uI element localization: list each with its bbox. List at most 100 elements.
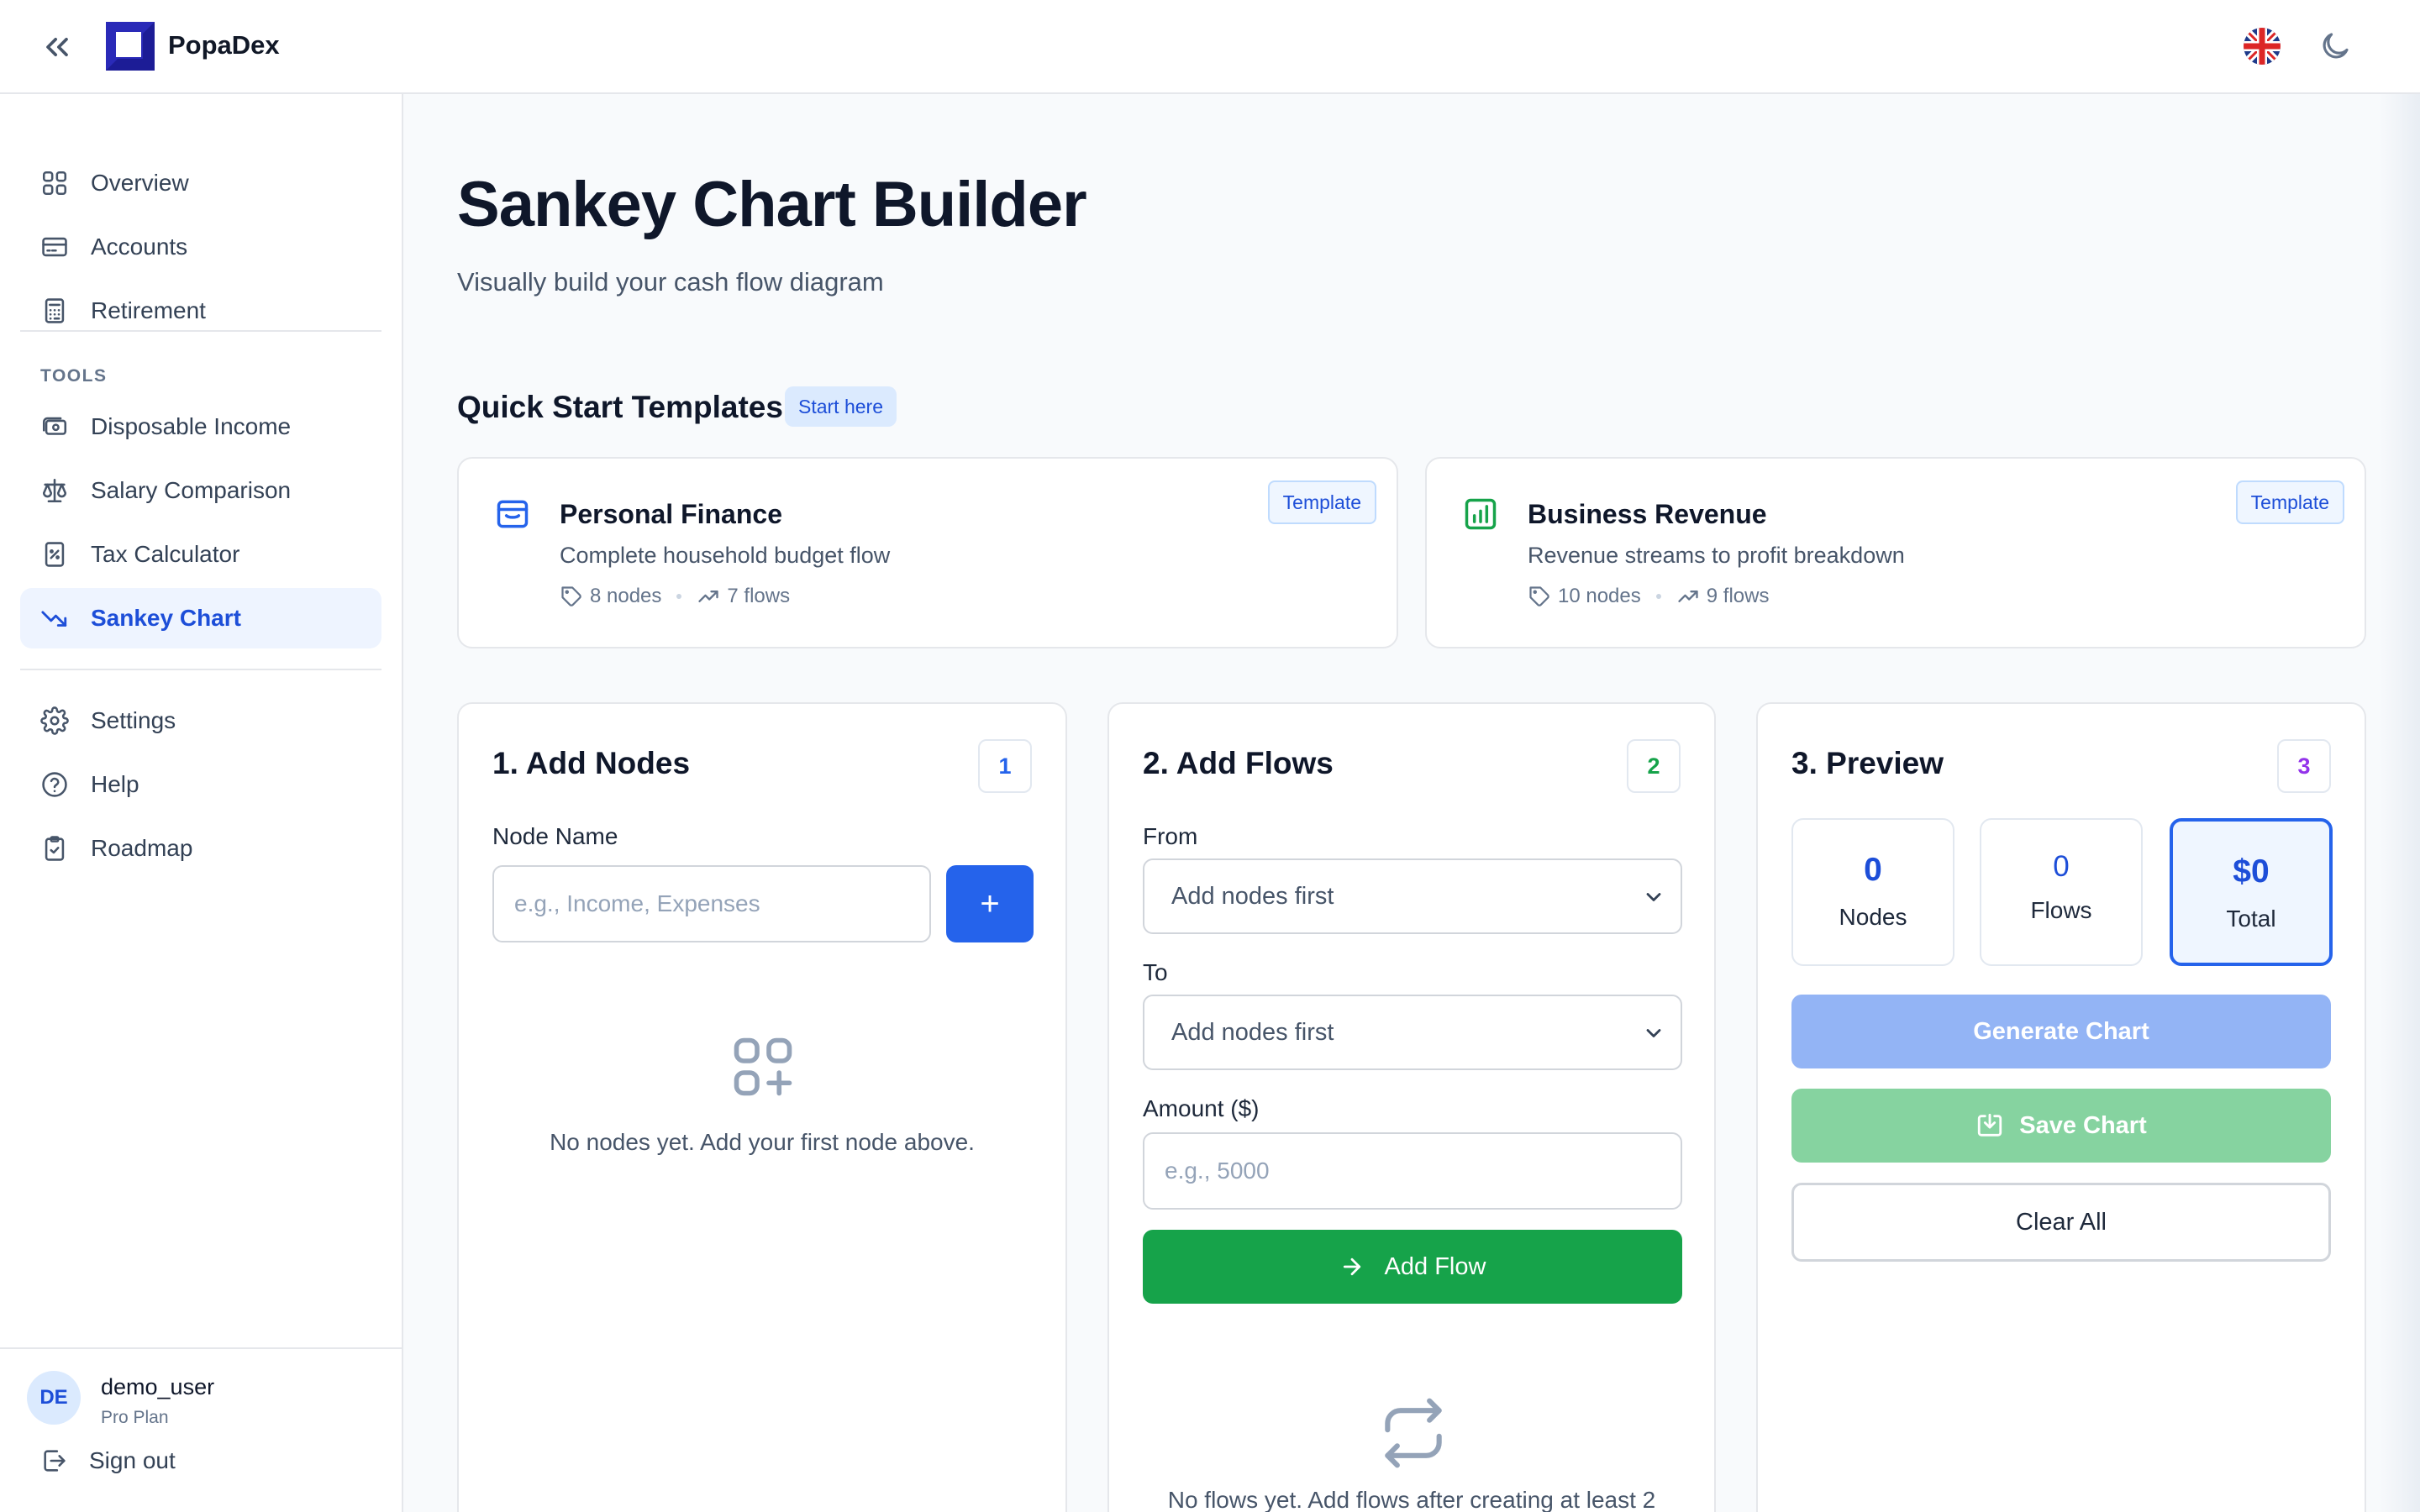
help-circle-icon bbox=[40, 770, 69, 799]
chevrons-left-icon[interactable] bbox=[39, 29, 76, 66]
scale-icon bbox=[40, 476, 69, 505]
repeat-icon bbox=[1375, 1394, 1452, 1472]
user-name: demo_user bbox=[101, 1374, 215, 1399]
template-meta: 10 nodes 9 flows bbox=[1528, 585, 1769, 608]
step-badge: 1 bbox=[978, 739, 1032, 793]
sidebar-item-label: Overview bbox=[91, 170, 189, 196]
sidebar-item-label: Salary Comparison bbox=[91, 477, 292, 503]
add-flows-panel: 2. Add Flows 2 From Add nodes first To A… bbox=[1107, 702, 1716, 1512]
tools-section-label: TOOLS bbox=[40, 366, 108, 386]
sidebar-divider bbox=[20, 330, 381, 332]
preview-panel: 3. Preview 3 0 Nodes 0 Flows $0 Total Ge… bbox=[1756, 702, 2366, 1512]
sign-out-label: Sign out bbox=[89, 1447, 176, 1473]
tag-icon bbox=[560, 585, 583, 608]
step-badge: 3 bbox=[2277, 739, 2331, 793]
banknote-icon bbox=[40, 412, 69, 441]
sidebar-divider bbox=[20, 669, 381, 670]
quick-start-title: Quick Start Templates bbox=[457, 390, 783, 424]
user-block: DE demo_user Pro Plan Sign out bbox=[0, 1347, 402, 1512]
sidebar-item-label: Help bbox=[91, 771, 139, 797]
panel-title: 3. Preview bbox=[1791, 746, 1944, 780]
uk-flag-icon[interactable] bbox=[2244, 28, 2281, 65]
add-flow-label: Add Flow bbox=[1384, 1252, 1486, 1280]
sidebar-item-roadmap[interactable]: Roadmap bbox=[20, 818, 381, 879]
trending-up-icon bbox=[697, 585, 720, 608]
sidebar-item-settings[interactable]: Settings bbox=[20, 690, 381, 751]
sidebar-item-retirement[interactable]: Retirement bbox=[20, 281, 381, 341]
add-node-button[interactable]: + bbox=[946, 865, 1034, 942]
template-flows-count: 9 flows bbox=[1706, 585, 1770, 607]
start-here-badge: Start here bbox=[785, 386, 897, 427]
sidebar-item-sankey-chart[interactable]: Sankey Chart bbox=[20, 588, 381, 648]
download-icon bbox=[1975, 1111, 2004, 1140]
grid-icon bbox=[40, 169, 69, 197]
add-nodes-panel: 1. Add Nodes 1 Node Name + No nodes yet.… bbox=[457, 702, 1067, 1512]
amount-input[interactable] bbox=[1143, 1132, 1682, 1210]
chevron-down-icon bbox=[1642, 885, 1665, 909]
step-badge: 2 bbox=[1627, 739, 1681, 793]
add-flow-button[interactable]: Add Flow bbox=[1143, 1230, 1682, 1304]
avatar[interactable]: DE bbox=[27, 1371, 81, 1425]
app-logo[interactable] bbox=[106, 22, 155, 71]
page-title: Sankey Chart Builder bbox=[457, 169, 1087, 240]
app-name[interactable]: PopaDex bbox=[168, 30, 280, 60]
to-select[interactable]: Add nodes first bbox=[1143, 995, 1682, 1070]
bar-chart-icon bbox=[1462, 496, 1499, 533]
stat-total: $0 Total bbox=[2170, 818, 2333, 966]
template-card-business-revenue[interactable]: Business Revenue Revenue streams to prof… bbox=[1425, 457, 2366, 648]
sidebar-item-label: Roadmap bbox=[91, 835, 193, 861]
stat-value: $0 bbox=[2233, 853, 2270, 890]
receipt-icon bbox=[40, 540, 69, 569]
separator-dot bbox=[676, 594, 682, 599]
sidebar-item-label: Settings bbox=[91, 707, 176, 733]
template-badge: Template bbox=[1267, 480, 1376, 524]
stat-value: 0 bbox=[2053, 850, 2070, 883]
scroll-edge-shadow bbox=[2378, 94, 2420, 1512]
to-select-value: Add nodes first bbox=[1171, 1018, 1334, 1046]
arrow-right-icon bbox=[1339, 1254, 1365, 1279]
nodes-empty-text: No nodes yet. Add your first node above. bbox=[550, 1129, 975, 1155]
template-name: Personal Finance bbox=[560, 499, 782, 529]
chevron-down-icon bbox=[1642, 1021, 1665, 1045]
credit-card-icon bbox=[40, 233, 69, 261]
panel-title: 2. Add Flows bbox=[1143, 746, 1334, 780]
page-subtitle: Visually build your cash flow diagram bbox=[457, 267, 884, 297]
template-card-personal-finance[interactable]: Personal Finance Complete household budg… bbox=[457, 457, 1398, 648]
stat-label: Nodes bbox=[1839, 904, 1907, 930]
template-nodes-count: 10 nodes bbox=[1558, 585, 1641, 607]
sidebar-item-help[interactable]: Help bbox=[20, 754, 381, 815]
generate-chart-button[interactable]: Generate Chart bbox=[1791, 995, 2331, 1068]
tag-icon bbox=[1528, 585, 1551, 608]
log-out-icon bbox=[40, 1446, 69, 1475]
stat-flows: 0 Flows bbox=[1980, 818, 2143, 966]
flows-empty-text: No flows yet. Add flows after creating a… bbox=[1167, 1487, 1656, 1512]
node-name-input[interactable] bbox=[492, 865, 931, 942]
template-meta: 8 nodes 7 flows bbox=[560, 585, 790, 608]
sidebar-item-label: Disposable Income bbox=[91, 413, 292, 439]
sidebar-item-accounts[interactable]: Accounts bbox=[20, 217, 381, 277]
clear-all-button[interactable]: Clear All bbox=[1791, 1183, 2331, 1262]
to-label: To bbox=[1143, 959, 1168, 985]
sidebar: Overview Accounts Retirement TOOLS Dispo… bbox=[0, 94, 403, 1512]
wallet-icon bbox=[494, 496, 531, 533]
top-bar: PopaDex bbox=[0, 0, 2420, 94]
from-select[interactable]: Add nodes first bbox=[1143, 858, 1682, 934]
template-name: Business Revenue bbox=[1528, 499, 1767, 529]
sidebar-item-tax-calculator[interactable]: Tax Calculator bbox=[20, 524, 381, 585]
separator-dot bbox=[1655, 594, 1661, 599]
sign-out-button[interactable]: Sign out bbox=[40, 1446, 176, 1475]
sidebar-item-salary-comparison[interactable]: Salary Comparison bbox=[20, 460, 381, 521]
sidebar-item-label: Tax Calculator bbox=[91, 541, 240, 567]
template-flows-count: 7 flows bbox=[727, 585, 791, 607]
template-description: Complete household budget flow bbox=[560, 543, 891, 568]
sidebar-item-overview[interactable]: Overview bbox=[20, 153, 381, 213]
sidebar-item-label: Accounts bbox=[91, 234, 188, 260]
sidebar-item-label: Retirement bbox=[91, 297, 206, 323]
calculator-icon bbox=[40, 297, 69, 325]
save-chart-button[interactable]: Save Chart bbox=[1791, 1089, 2331, 1163]
moon-icon[interactable] bbox=[2317, 29, 2353, 64]
trending-down-icon bbox=[40, 604, 69, 633]
clipboard-check-icon bbox=[40, 834, 69, 863]
sidebar-item-label: Sankey Chart bbox=[91, 605, 241, 631]
sidebar-item-disposable-income[interactable]: Disposable Income bbox=[20, 396, 381, 457]
